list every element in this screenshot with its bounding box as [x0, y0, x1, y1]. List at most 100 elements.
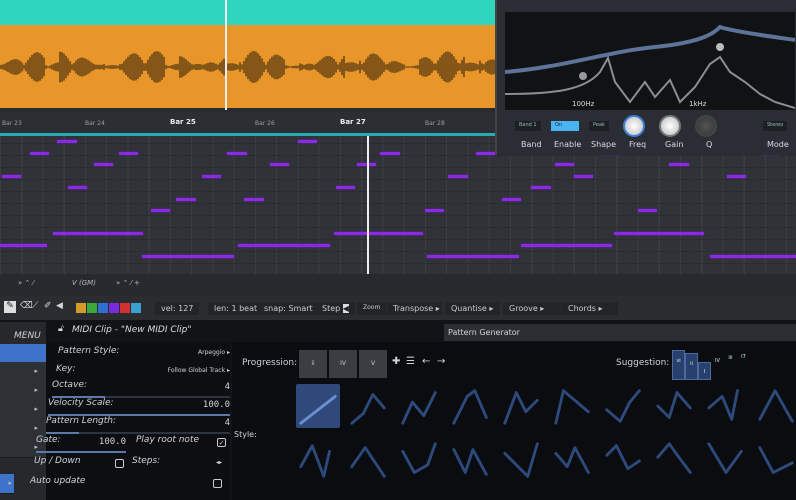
step-button[interactable]: Step ◀: [316, 302, 355, 315]
arpeggio-style-option[interactable]: [296, 384, 340, 428]
arpeggio-style-option[interactable]: [602, 439, 646, 483]
transpose-menu[interactable]: Transpose ▸: [387, 302, 442, 315]
arpeggio-style-option[interactable]: [755, 384, 796, 428]
suggestion-chord[interactable]: I: [698, 362, 711, 380]
arrow-right-icon[interactable]: →: [437, 356, 445, 367]
track-lane-top[interactable]: [0, 0, 495, 25]
key-value[interactable]: Follow Global Track ▸: [168, 367, 230, 374]
shape-select[interactable]: Peak: [589, 121, 609, 131]
midi-note[interactable]: [297, 140, 317, 143]
color-swatch[interactable]: [98, 303, 108, 313]
add-icon[interactable]: ✚: [392, 356, 400, 367]
arpeggio-style-option[interactable]: [653, 384, 697, 428]
midi-note[interactable]: [119, 151, 139, 155]
midi-note[interactable]: [142, 255, 234, 258]
lock-icon[interactable]: 🔓︎: [58, 324, 64, 334]
midi-note[interactable]: [2, 174, 22, 178]
pattern-length-slider[interactable]: Pattern Length: 4: [46, 416, 230, 434]
midi-note[interactable]: [520, 243, 613, 247]
freq-knob[interactable]: [623, 115, 645, 137]
suggestion-chord[interactable]: ii: [685, 353, 698, 380]
arpeggio-style-option[interactable]: [296, 439, 340, 483]
arpeggio-style-option[interactable]: [755, 439, 796, 483]
arpeggio-style-option[interactable]: [347, 384, 391, 428]
brush-tool-icon[interactable]: ✐: [44, 301, 52, 311]
midi-note[interactable]: [227, 151, 247, 155]
midi-note[interactable]: [425, 209, 445, 212]
menu-item[interactable]: ▸: [0, 362, 46, 382]
midi-note[interactable]: [68, 186, 88, 189]
progression-chord[interactable]: IV: [329, 350, 357, 378]
octave-slider[interactable]: Octave: 4: [52, 380, 230, 398]
quantise-menu[interactable]: Quantise ▸: [445, 302, 500, 315]
midi-note[interactable]: [333, 232, 423, 235]
midi-note[interactable]: [269, 163, 290, 166]
eq-graph[interactable]: [505, 12, 795, 110]
midi-note[interactable]: [448, 174, 468, 178]
arpeggio-style-option[interactable]: [398, 384, 442, 428]
velocity-field[interactable]: vel: 127: [155, 302, 200, 315]
menu-item[interactable]: ▸: [0, 474, 14, 494]
midi-note[interactable]: [0, 243, 47, 247]
band-select[interactable]: Band 1: [515, 121, 541, 131]
gain-knob[interactable]: [659, 115, 681, 137]
midi-note[interactable]: [380, 151, 400, 155]
midi-note[interactable]: [637, 209, 657, 212]
midi-note[interactable]: [238, 243, 330, 247]
speaker-tool-icon[interactable]: ◀: [56, 301, 63, 311]
updown-checkbox[interactable]: [115, 459, 124, 468]
gate-slider[interactable]: Gate: 100.0: [36, 435, 126, 453]
length-field[interactable]: len: 1 beat: [208, 302, 264, 315]
velocity-scale-slider[interactable]: Velocity Scale: 100.0: [48, 398, 230, 416]
suggestion-chord[interactable]: iii: [724, 356, 737, 366]
midi-note[interactable]: [554, 163, 574, 166]
pattern-style-row[interactable]: Pattern Style: Arpeggio ▸: [58, 346, 230, 364]
auto-update-checkbox[interactable]: [213, 479, 222, 488]
updown-row[interactable]: Up / Down: [34, 456, 124, 474]
midi-note[interactable]: [335, 186, 355, 189]
midi-note[interactable]: [244, 197, 264, 201]
arpeggio-style-option[interactable]: [551, 439, 595, 483]
play-root-checkbox[interactable]: ✓: [217, 438, 226, 447]
auto-update-row[interactable]: Auto update: [30, 476, 222, 494]
arpeggio-style-option[interactable]: [551, 384, 595, 428]
add-chord-icon[interactable]: » ⌃ ⁄ +: [116, 279, 140, 287]
midi-note[interactable]: [150, 209, 171, 212]
arpeggio-style-option[interactable]: [704, 384, 748, 428]
midi-note[interactable]: [57, 140, 77, 143]
suggestion-chord[interactable]: vi: [672, 350, 685, 380]
midi-note[interactable]: [501, 197, 521, 201]
arpeggio-style-option[interactable]: [602, 384, 646, 428]
menu-item[interactable]: ▸: [0, 400, 46, 420]
arpeggio-style-option[interactable]: [398, 439, 442, 483]
arpeggio-style-option[interactable]: [653, 439, 697, 483]
midi-note[interactable]: [709, 255, 796, 258]
chords-menu[interactable]: Chords ▸: [562, 302, 618, 315]
q-knob[interactable]: [695, 115, 717, 137]
tab-pattern-generator[interactable]: Pattern Generator: [444, 324, 796, 341]
midi-note[interactable]: [93, 163, 113, 166]
line-tool-icon[interactable]: ⟋: [32, 301, 38, 311]
midi-note[interactable]: [476, 151, 496, 155]
arrow-left-icon[interactable]: ←: [422, 356, 430, 367]
list-icon[interactable]: ☰: [406, 356, 415, 367]
midi-note[interactable]: [573, 174, 593, 178]
pattern-style-value[interactable]: Arpeggio ▸: [198, 349, 230, 356]
progression-chord[interactable]: ii: [299, 350, 327, 378]
suggestion-chord[interactable]: I7: [737, 355, 750, 366]
arpeggio-style-option[interactable]: [500, 439, 544, 483]
color-swatch[interactable]: [131, 303, 141, 313]
arpeggio-style-option[interactable]: [449, 384, 493, 428]
play-root-row[interactable]: Play root note ✓: [136, 435, 226, 453]
color-swatch[interactable]: [120, 303, 130, 313]
midi-note[interactable]: [53, 232, 143, 235]
enable-toggle[interactable]: On: [551, 121, 579, 131]
menu-item[interactable]: [0, 344, 46, 364]
playhead[interactable]: [366, 136, 369, 296]
piano-roll-grid[interactable]: [0, 136, 796, 276]
arpeggio-style-option[interactable]: [704, 439, 748, 483]
suggestion-chord[interactable]: IV: [711, 356, 724, 366]
midi-note[interactable]: [176, 197, 196, 201]
arpeggio-style-option[interactable]: [500, 384, 544, 428]
eraser-tool-icon[interactable]: ⌫: [20, 301, 33, 311]
